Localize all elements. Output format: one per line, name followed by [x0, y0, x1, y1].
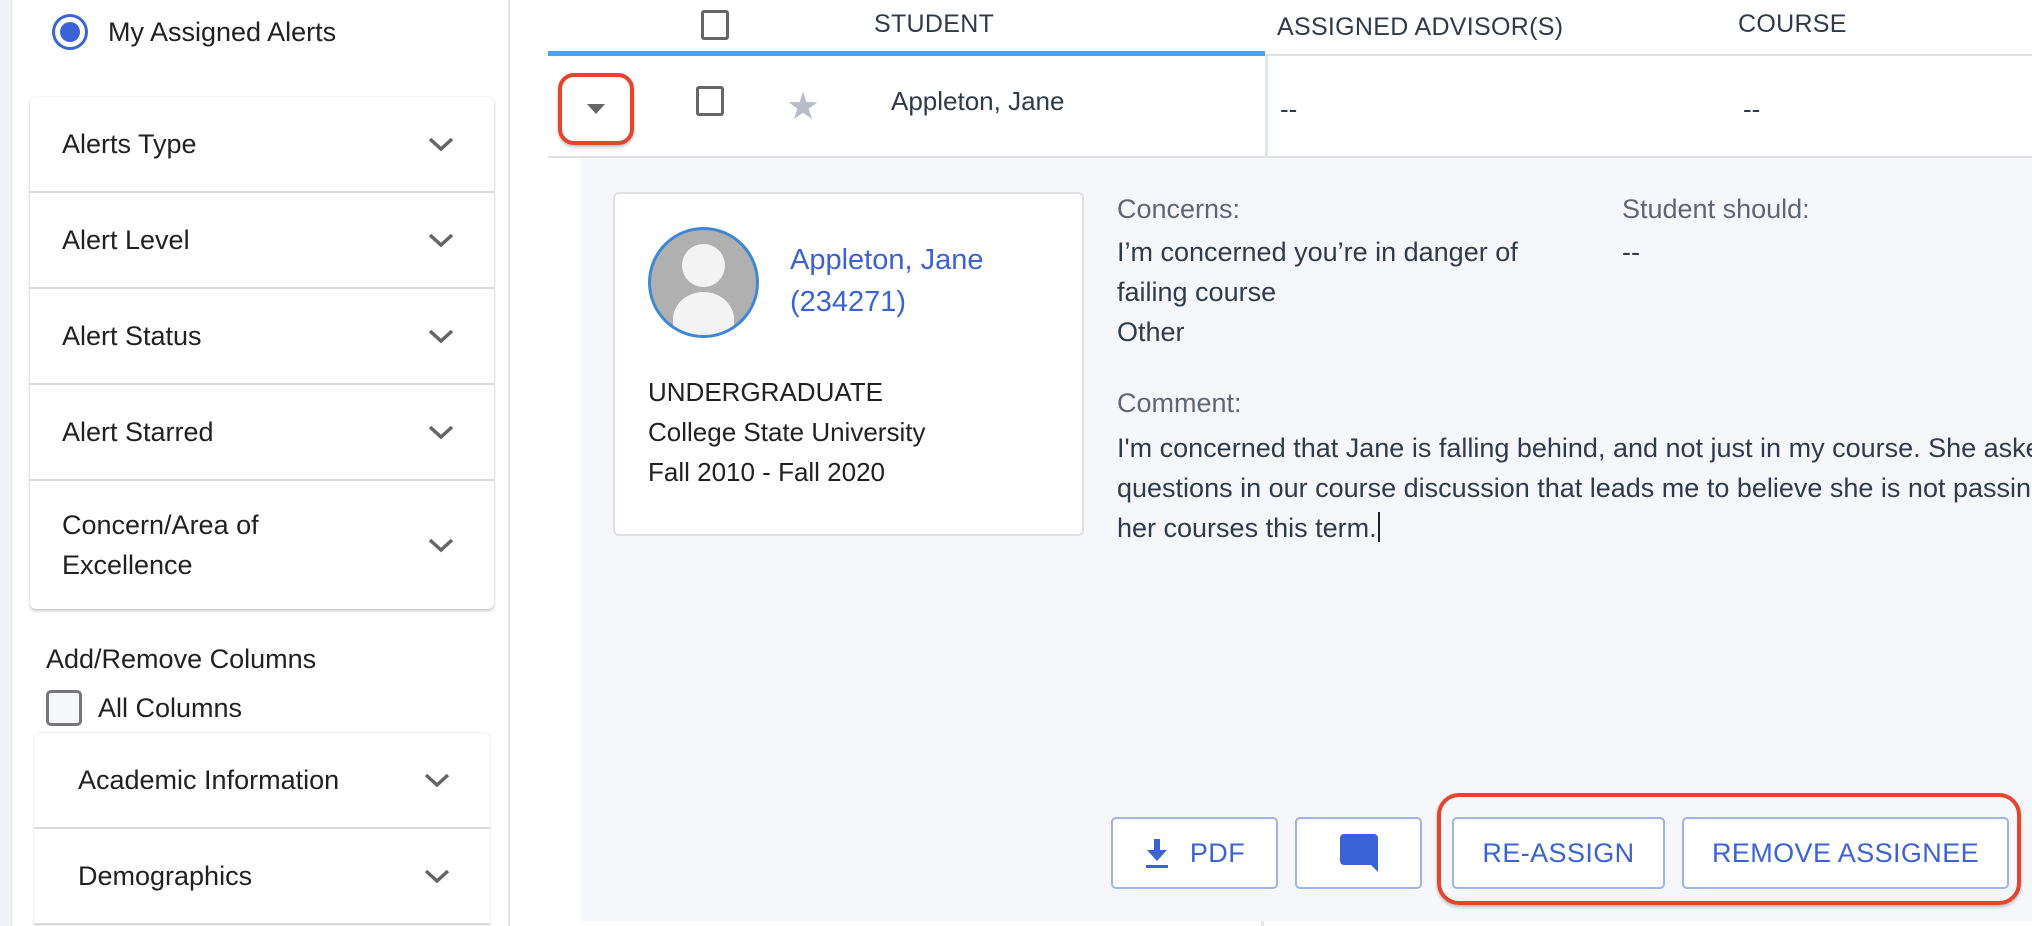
- filter-label: Alert Level: [62, 225, 190, 255]
- comment-icon: [1339, 834, 1378, 872]
- student-institution: College State University: [648, 417, 926, 447]
- table-header: STUDENT ASSIGNED ADVISOR(S) COURSE: [548, 0, 2032, 56]
- column-divider: [1261, 921, 1264, 926]
- column-divider: [1265, 56, 1268, 158]
- student-should-value: --: [1622, 237, 1640, 267]
- radio-label: My Assigned Alerts: [108, 16, 337, 47]
- column-group-label: Academic Information: [78, 765, 340, 795]
- filter-sidebar: My Assigned Alerts Alerts Type Alert Lev…: [12, 0, 510, 926]
- chevron-down-icon: [424, 869, 450, 884]
- table-row[interactable]: ★ Appleton, Jane -- --: [548, 56, 2032, 158]
- column-header-student[interactable]: STUDENT: [874, 10, 994, 39]
- column-group-label: Demographics: [78, 861, 253, 891]
- radio-selected-icon[interactable]: [52, 14, 88, 50]
- student-term-range: Fall 2010 - Fall 2020: [648, 457, 886, 487]
- all-columns-label: All Columns: [98, 692, 243, 723]
- chevron-down-icon: [428, 329, 454, 344]
- download-pdf-button[interactable]: PDF: [1111, 817, 1278, 889]
- cell-course: --: [1743, 94, 1761, 124]
- add-remove-columns-title: Add/Remove Columns: [46, 644, 317, 674]
- download-icon: [1145, 839, 1168, 868]
- filter-label: Alerts Type: [62, 129, 197, 159]
- column-group-demographics[interactable]: Demographics: [34, 829, 490, 925]
- comment-text[interactable]: I'm concerned that Jane is falling behin…: [1117, 428, 2032, 548]
- all-columns-checkbox-row[interactable]: All Columns: [46, 690, 242, 726]
- remove-assignee-button[interactable]: REMOVE ASSIGNEE: [1682, 817, 2009, 889]
- column-header-assigned-advisors[interactable]: ASSIGNED ADVISOR(S): [1277, 13, 1563, 42]
- my-assigned-alerts-radio[interactable]: My Assigned Alerts: [52, 12, 336, 52]
- remove-assignee-label: REMOVE ASSIGNEE: [1711, 837, 1980, 868]
- all-columns-checkbox[interactable]: [46, 690, 82, 726]
- left-edge-strip: [0, 0, 12, 926]
- filter-alert-starred[interactable]: Alert Starred: [30, 385, 494, 481]
- alert-detail-panel: Appleton, Jane (234271) UNDERGRADUATE Co…: [580, 158, 2032, 921]
- comment-button[interactable]: [1295, 817, 1422, 889]
- concern-item: Other: [1117, 317, 1185, 347]
- student-should-label: Student should:: [1622, 194, 1810, 224]
- filter-concern-area[interactable]: Concern/Area of Excellence: [30, 481, 494, 609]
- concerns-list: I’m concerned you’re in danger of failin…: [1117, 232, 1557, 352]
- pdf-label: PDF: [1189, 837, 1246, 868]
- text-cursor: [1377, 512, 1380, 542]
- comment-body: I'm concerned that Jane is falling behin…: [1117, 433, 2032, 543]
- comment-label: Comment:: [1117, 388, 1242, 418]
- column-group-academic-information[interactable]: Academic Information: [34, 733, 490, 829]
- student-level: UNDERGRADUATE: [648, 377, 883, 407]
- chevron-down-icon: [428, 538, 454, 553]
- concern-item: I’m concerned you’re in danger of failin…: [1117, 237, 1518, 307]
- caret-down-icon: [587, 104, 605, 114]
- cell-assigned-advisors: --: [1280, 94, 1298, 124]
- reassign-label: RE-ASSIGN: [1482, 837, 1635, 868]
- concerns-label: Concerns:: [1117, 194, 1241, 224]
- avatar: [648, 227, 759, 338]
- student-card: Appleton, Jane (234271) UNDERGRADUATE Co…: [613, 192, 1084, 536]
- student-profile-link[interactable]: Appleton, Jane (234271): [790, 239, 1050, 323]
- filter-alerts-type[interactable]: Alerts Type: [30, 97, 494, 193]
- reassign-button[interactable]: RE-ASSIGN: [1452, 817, 1665, 889]
- select-all-checkbox[interactable]: [701, 10, 729, 40]
- row-expand-toggle[interactable]: [558, 73, 634, 145]
- chevron-down-icon: [428, 137, 454, 152]
- alerts-table-area: STUDENT ASSIGNED ADVISOR(S) COURSE ★ App…: [512, 0, 2032, 926]
- filter-alert-status[interactable]: Alert Status: [30, 289, 494, 385]
- filter-label: Alert Starred: [62, 417, 214, 447]
- filter-label: Concern/Area of Excellence: [62, 510, 259, 580]
- filter-label: Alert Status: [62, 321, 202, 351]
- chevron-down-icon: [428, 425, 454, 440]
- row-checkbox[interactable]: [696, 86, 724, 116]
- star-icon[interactable]: ★: [786, 88, 820, 126]
- chevron-down-icon: [424, 773, 450, 788]
- chevron-down-icon: [428, 233, 454, 248]
- column-groups-accordion: Academic Information Demographics: [34, 733, 490, 925]
- cell-student: Appleton, Jane: [891, 86, 1065, 116]
- filter-alert-level[interactable]: Alert Level: [30, 193, 494, 289]
- filter-accordion: Alerts Type Alert Level Alert Status Ale…: [30, 97, 494, 609]
- student-info: UNDERGRADUATE College State University F…: [648, 372, 925, 492]
- column-header-course[interactable]: COURSE: [1738, 10, 1847, 39]
- app-root: My Assigned Alerts Alerts Type Alert Lev…: [0, 0, 2032, 926]
